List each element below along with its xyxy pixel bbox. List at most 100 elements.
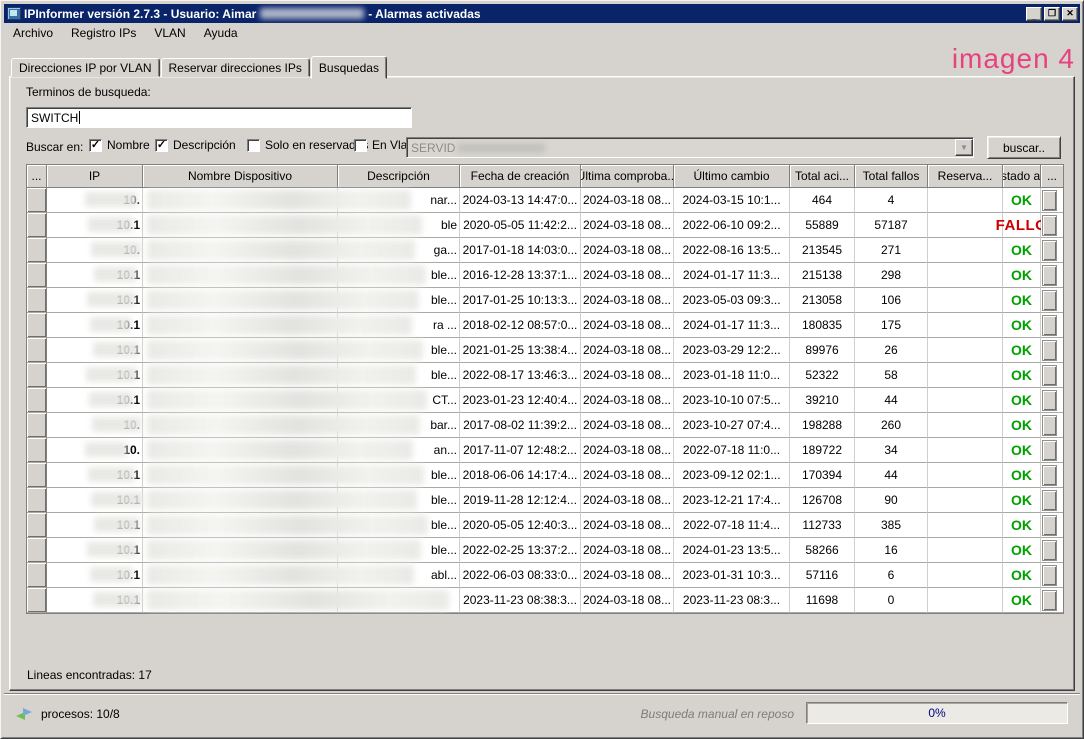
row-selector[interactable] [27, 288, 47, 313]
row-end-cell[interactable] [1041, 213, 1063, 238]
header-end[interactable]: ... [1041, 165, 1063, 188]
row-end-handle[interactable] [1042, 415, 1057, 436]
header-total-fallos[interactable]: Total fallos [855, 165, 928, 188]
checkbox-solo-reservadas[interactable]: ✓ Solo en reservadas [247, 138, 368, 152]
checkbox-box[interactable]: ✓ [354, 139, 367, 152]
close-button[interactable]: ✕ [1062, 7, 1078, 21]
header-estado[interactable]: Estado a... [1003, 165, 1041, 188]
row-end-handle[interactable] [1042, 440, 1057, 461]
table-row[interactable]: 10.bar...2017-08-02 11:39:2...2024-03-18… [27, 413, 1063, 438]
menu-ayuda[interactable]: Ayuda [195, 24, 247, 42]
table-row[interactable]: 10.1ble...2022-02-25 13:37:2...2024-03-1… [27, 538, 1063, 563]
checkbox-box[interactable]: ✓ [155, 139, 168, 152]
header-ultimo-cambio[interactable]: Último cambio [674, 165, 790, 188]
row-selector[interactable] [27, 238, 47, 263]
row-selector[interactable] [27, 413, 47, 438]
menu-vlan[interactable]: VLAN [145, 24, 194, 42]
table-row[interactable]: 10.1ble...2021-01-25 13:38:4...2024-03-1… [27, 338, 1063, 363]
row-end-cell[interactable] [1041, 463, 1063, 488]
row-end-cell[interactable] [1041, 488, 1063, 513]
row-end-cell[interactable] [1041, 588, 1063, 613]
row-end-handle[interactable] [1042, 565, 1057, 586]
header-row-selector[interactable]: ... [27, 165, 47, 188]
row-end-cell[interactable] [1041, 388, 1063, 413]
maximize-button[interactable]: ❐ [1044, 7, 1060, 21]
checkbox-descripcion[interactable]: ✓ Descripción [155, 138, 236, 152]
row-end-handle[interactable] [1042, 490, 1057, 511]
row-end-cell[interactable] [1041, 313, 1063, 338]
table-row[interactable]: 10.12023-11-23 08:38:3...2024-03-18 08..… [27, 588, 1063, 613]
row-selector[interactable] [27, 438, 47, 463]
header-reserva[interactable]: Reserva... [928, 165, 1003, 188]
header-total-aciertos[interactable]: Total aci... [790, 165, 855, 188]
search-input[interactable]: SWITCH [26, 107, 412, 128]
table-row[interactable]: 10.1ble...2020-05-05 12:40:3...2024-03-1… [27, 513, 1063, 538]
row-end-cell[interactable] [1041, 413, 1063, 438]
table-row[interactable]: 10.nar...2024-03-13 14:47:0...2024-03-18… [27, 188, 1063, 213]
row-end-handle[interactable] [1042, 215, 1057, 236]
row-selector[interactable] [27, 513, 47, 538]
tab-reservar-direcciones-ips[interactable]: Reservar direcciones IPs [161, 58, 310, 77]
header-ultima-comprobacion[interactable]: Última comproba... [581, 165, 674, 188]
row-end-handle[interactable] [1042, 340, 1057, 361]
menu-registro-ips[interactable]: Registro IPs [62, 24, 145, 42]
row-end-cell[interactable] [1041, 563, 1063, 588]
checkbox-box[interactable]: ✓ [89, 139, 102, 152]
row-end-cell[interactable] [1041, 238, 1063, 263]
checkbox-nombre[interactable]: ✓ Nombre [89, 138, 150, 152]
row-end-cell[interactable] [1041, 513, 1063, 538]
dropdown-button[interactable]: ▼ [955, 139, 973, 156]
row-selector[interactable] [27, 388, 47, 413]
buscar-button[interactable]: buscar.. [987, 136, 1061, 159]
row-selector[interactable] [27, 488, 47, 513]
table-row[interactable]: 10.1ble...2019-11-28 12:12:4...2024-03-1… [27, 488, 1063, 513]
table-row[interactable]: 10.1CT...2023-01-23 12:40:4...2024-03-18… [27, 388, 1063, 413]
row-selector[interactable] [27, 188, 47, 213]
title-bar[interactable]: IPInformer versión 2.7.3 - Usuario: Aima… [4, 4, 1080, 23]
row-end-handle[interactable] [1042, 240, 1057, 261]
table-row[interactable]: 10.1ra ...2018-02-12 08:57:0...2024-03-1… [27, 313, 1063, 338]
row-end-handle[interactable] [1042, 465, 1057, 486]
row-end-handle[interactable] [1042, 365, 1057, 386]
table-row[interactable]: 10.1abl...2022-06-03 08:33:0...2024-03-1… [27, 563, 1063, 588]
vlan-dropdown[interactable]: SERVID ▼ [406, 137, 974, 158]
row-selector[interactable] [27, 538, 47, 563]
table-row[interactable]: 10.1ble2020-05-05 11:42:2...2024-03-18 0… [27, 213, 1063, 238]
table-row[interactable]: 10.1ble...2016-12-28 13:37:1...2024-03-1… [27, 263, 1063, 288]
row-end-handle[interactable] [1042, 190, 1057, 211]
row-selector[interactable] [27, 213, 47, 238]
row-selector[interactable] [27, 588, 47, 613]
header-nombre[interactable]: Nombre Dispositivo [143, 165, 338, 188]
row-selector[interactable] [27, 563, 47, 588]
table-row[interactable]: 10.1ble...2022-08-17 13:46:3...2024-03-1… [27, 363, 1063, 388]
row-end-cell[interactable] [1041, 288, 1063, 313]
row-end-handle[interactable] [1042, 265, 1057, 286]
row-end-cell[interactable] [1041, 263, 1063, 288]
row-selector[interactable] [27, 463, 47, 488]
row-end-handle[interactable] [1042, 590, 1057, 611]
row-end-handle[interactable] [1042, 315, 1057, 336]
table-row[interactable]: 10.ga...2017-01-18 14:03:0...2024-03-18 … [27, 238, 1063, 263]
row-end-handle[interactable] [1042, 290, 1057, 311]
row-end-cell[interactable] [1041, 188, 1063, 213]
row-end-cell[interactable] [1041, 363, 1063, 388]
row-end-handle[interactable] [1042, 540, 1057, 561]
table-row[interactable]: 10.1ble...2018-06-06 14:17:4...2024-03-1… [27, 463, 1063, 488]
row-end-cell[interactable] [1041, 438, 1063, 463]
row-selector[interactable] [27, 313, 47, 338]
table-row[interactable]: 10.an...2017-11-07 12:48:2...2024-03-18 … [27, 438, 1063, 463]
minimize-button[interactable]: _ [1026, 7, 1042, 21]
row-selector[interactable] [27, 338, 47, 363]
table-row[interactable]: 10.1ble...2017-01-25 10:13:3...2024-03-1… [27, 288, 1063, 313]
row-end-cell[interactable] [1041, 338, 1063, 363]
menu-archivo[interactable]: Archivo [4, 24, 62, 42]
header-descripcion[interactable]: Descripción [338, 165, 460, 188]
row-end-handle[interactable] [1042, 390, 1057, 411]
row-selector[interactable] [27, 363, 47, 388]
row-end-cell[interactable] [1041, 538, 1063, 563]
tab-direcciones-ip-por-vlan[interactable]: Direcciones IP por VLAN [11, 58, 160, 77]
header-fecha-creacion[interactable]: Fecha de creación [460, 165, 581, 188]
tab-busquedas[interactable]: Busquedas [311, 56, 387, 79]
row-selector[interactable] [27, 263, 47, 288]
checkbox-box[interactable]: ✓ [247, 139, 260, 152]
